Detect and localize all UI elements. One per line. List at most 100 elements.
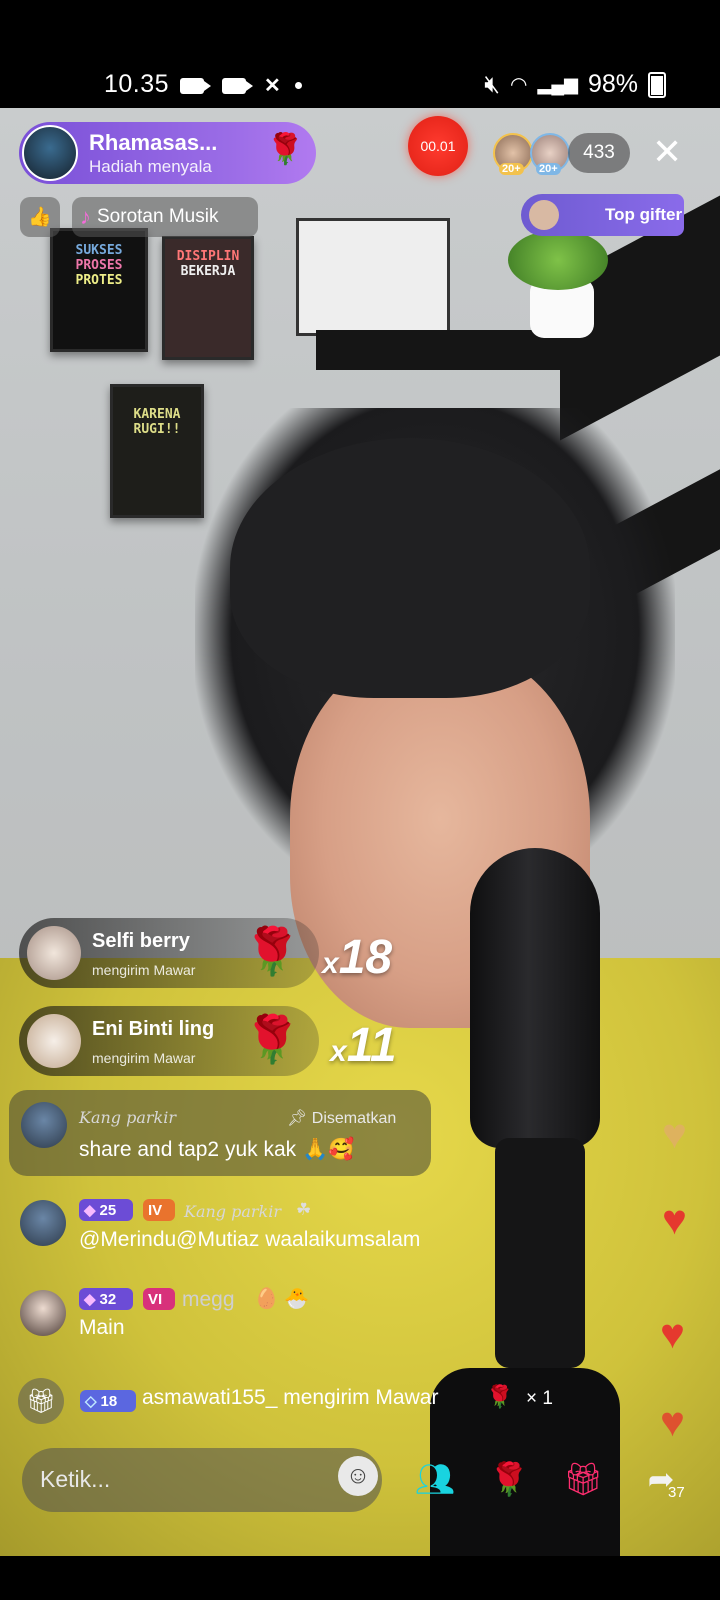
share-count: 37 <box>668 1484 685 1501</box>
plant <box>508 230 608 290</box>
close-icon[interactable]: ✕ <box>652 134 682 170</box>
gifter-name: Eni Binti ling <box>92 1018 215 1040</box>
gift-count: x11 <box>330 1018 397 1073</box>
gift-count-value: 18 <box>338 931 393 984</box>
ticker-text: asmawati155_ mengirim Mawar <box>142 1386 439 1409</box>
diamond-icon: ◇ <box>85 1393 97 1410</box>
heart-icon: ♥ <box>662 1196 687 1243</box>
battery-percent: 98% <box>587 70 638 98</box>
microphone <box>470 848 600 1148</box>
status-time: 10.35 <box>104 70 170 98</box>
commenter-avatar[interactable] <box>20 1200 66 1246</box>
rose-icon: 🌹 <box>489 1461 529 1497</box>
heart-icon: ♥ <box>660 1398 685 1445</box>
live-timer[interactable]: 00.01 <box>408 116 468 176</box>
level-value: 25 <box>99 1201 117 1219</box>
tier-badge: IV <box>143 1199 175 1221</box>
system-nav-bar <box>0 1556 720 1600</box>
host-avatar[interactable] <box>22 125 78 181</box>
pinned-comment[interactable]: Kang parkir 📌︎ Disematkan share and tap2… <box>9 1090 431 1176</box>
thumbs-up-icon: 👍 <box>28 207 52 228</box>
host-name: Rhamasas... <box>89 130 218 155</box>
gift-count-value: 11 <box>346 1019 397 1072</box>
music-highlight-label: Sorotan Musik <box>97 206 219 227</box>
wall-poster: KARENA RUGI!! <box>110 384 204 518</box>
rose-icon: 🌹 <box>243 925 301 977</box>
music-highlight-chip[interactable]: ♪ Sorotan Musik <box>72 197 258 237</box>
gift-banner[interactable]: Eni Binti ling mengirim Mawar 🌹 <box>19 1006 319 1076</box>
thumbs-up-chip[interactable]: 👍 <box>20 197 60 237</box>
egg-icon: 🥚 <box>254 1288 279 1310</box>
co-host-icon[interactable]: 👥︎ <box>404 1448 466 1510</box>
gift-multiplier: x <box>322 947 339 980</box>
chick-icon: 🐣 <box>284 1288 309 1310</box>
video-call-icon <box>180 77 211 94</box>
rose-icon: 🌹 <box>243 1013 301 1065</box>
status-left-icons: ✕ <box>180 73 302 98</box>
comment-input[interactable]: Ketik... <box>22 1448 382 1512</box>
music-note-icon: ♪ <box>80 204 91 229</box>
commenter-name: Kang parkir <box>184 1202 282 1221</box>
status-bar: 10.35 ✕ 🔇︎ ◠ ▂▄▆ 98% <box>0 0 720 108</box>
comment-text: @Merindu@Mutiaz waalaikumsalam <box>79 1228 421 1251</box>
level-badge: ◆ 25 <box>79 1199 133 1221</box>
viewer-rank-badge: 20+ <box>536 163 561 175</box>
diamond-icon: ◆ <box>84 1202 96 1219</box>
top-viewer-avatar[interactable]: 20+ <box>493 133 533 175</box>
top-viewer-avatar[interactable]: 20+ <box>530 133 570 175</box>
viewer-rank-badge: 20+ <box>499 163 524 175</box>
wall-poster: DISIPLIN BEKERJA <box>162 236 254 360</box>
gift-banner[interactable]: Selfi berry mengirim Mawar 🌹 <box>19 918 319 988</box>
diamond-icon: ◆ <box>84 1291 96 1308</box>
wall-frame <box>296 218 450 336</box>
gift-icon[interactable]: 🎁︎ <box>552 1448 614 1510</box>
gifter-avatar[interactable] <box>27 1014 81 1068</box>
notification-dot-icon <box>294 82 302 89</box>
comment-text: Main <box>79 1316 125 1339</box>
top-gifter-label: Top gifter <box>605 205 683 224</box>
rose-gift-button[interactable]: 🌹 <box>478 1448 540 1510</box>
person-hair-top <box>230 438 590 698</box>
signal-icon: ▂▄▆ <box>537 74 578 94</box>
gift-action: mengirim Mawar <box>92 962 196 978</box>
gift-ticker: 🎁︎ ◇ 18 asmawati155_ mengirim Mawar 🌹 × … <box>18 1378 578 1424</box>
comment-input-placeholder: Ketik... <box>40 1466 111 1492</box>
battery-icon <box>648 71 666 98</box>
microphone-body <box>495 1138 585 1368</box>
rose-icon[interactable]: 🌹 <box>267 132 304 167</box>
level-value: 32 <box>99 1290 117 1308</box>
gift-multiplier: x <box>330 1035 347 1068</box>
wifi-icon: ◠ <box>510 74 528 96</box>
level-value: 18 <box>100 1392 118 1410</box>
gift-count: x18 <box>322 930 392 985</box>
fan-club-icon: ☘ <box>296 1200 312 1219</box>
commenter-avatar[interactable] <box>21 1102 67 1148</box>
commenter-name: Kang parkir <box>79 1108 177 1127</box>
viewer-count[interactable]: 433 <box>568 133 630 173</box>
gifter-avatar[interactable] <box>27 926 81 980</box>
wall-poster: SUKSES PROSES PROTES <box>50 228 148 352</box>
top-gifter-avatar <box>529 200 559 230</box>
pin-icon: 📌︎ <box>287 1110 308 1127</box>
capcut-icon: ✕ <box>264 75 281 97</box>
emoji-icon[interactable]: ☺ <box>338 1456 378 1496</box>
gifter-name: Selfi berry <box>92 930 190 952</box>
tier-badge: VI <box>143 1288 175 1310</box>
ticker-count: × 1 <box>526 1388 553 1409</box>
rose-icon: 🌹 <box>486 1384 514 1409</box>
heart-icon: ♥ <box>662 1110 687 1157</box>
video-call-icon <box>222 77 253 94</box>
level-badge: ◇ 18 <box>80 1390 136 1412</box>
level-badge: ◆ 32 <box>79 1288 133 1310</box>
pinned-label: Disematkan <box>311 1110 397 1127</box>
commenter-avatar[interactable] <box>20 1290 66 1336</box>
heart-icon: ♥ <box>660 1310 685 1357</box>
gift-action: mengirim Mawar <box>92 1050 196 1066</box>
host-profile-pill[interactable]: Rhamasas... Hadiah menyala 🌹 <box>19 122 316 184</box>
gift-box-icon[interactable]: 🎁︎ <box>18 1378 64 1424</box>
top-gifter-button[interactable]: Top gifter <box>521 194 684 236</box>
comment-text: share and tap2 yuk kak 🙏🥰 <box>79 1138 355 1161</box>
commenter-name: megg <box>182 1288 235 1311</box>
mute-icon: 🔇︎ <box>484 70 501 98</box>
status-right: 🔇︎ ◠ ▂▄▆ 98% <box>484 70 666 99</box>
